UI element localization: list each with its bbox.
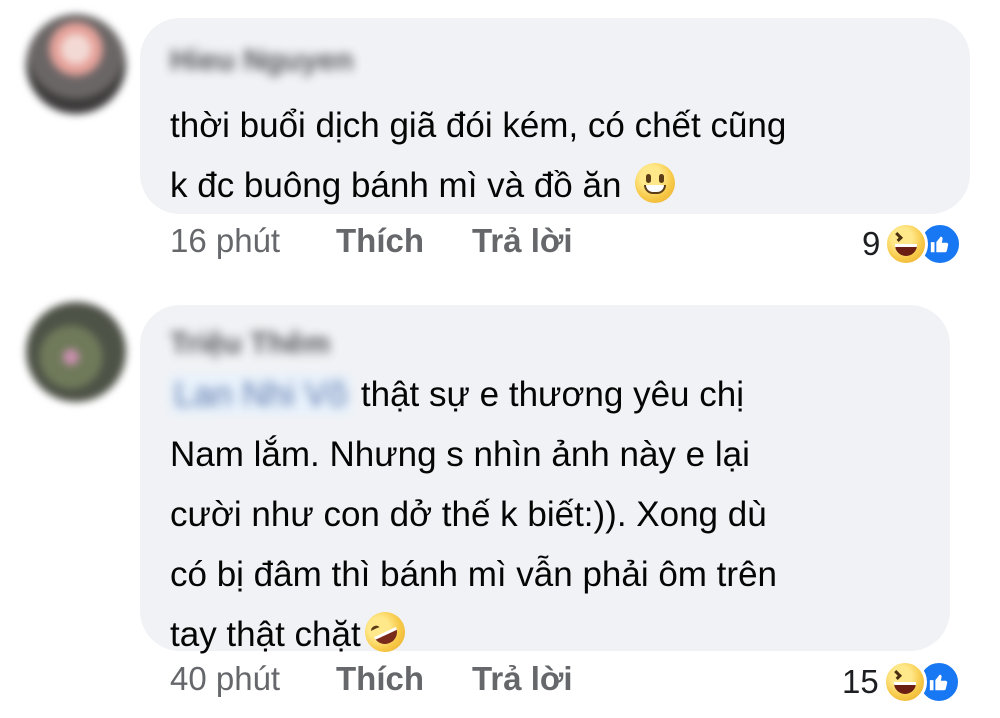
thumbs-up-icon xyxy=(929,674,947,691)
comment-author[interactable]: Triệu Thêm xyxy=(170,327,330,361)
grinning-face-emoji xyxy=(635,163,676,203)
comment-bubble: Triệu Thêm Lan Nhi Võ thật sự e thương y… xyxy=(140,305,950,659)
reaction-summary[interactable]: 9 xyxy=(862,222,963,266)
comment-author[interactable]: Hieu Nguyen xyxy=(170,44,353,78)
reply-button[interactable]: Trả lời xyxy=(472,222,573,260)
comment-timestamp[interactable]: 40 phút xyxy=(170,660,336,698)
comment-timestamp[interactable]: 16 phút xyxy=(170,222,336,260)
reply-button[interactable]: Trả lời xyxy=(472,660,573,698)
comment-actions: 40 phút Thích Trả lời xyxy=(170,660,573,698)
comment-text-line: Nam lắm. Nhưng s nhìn ảnh này e lại xyxy=(170,435,750,474)
avatar[interactable] xyxy=(26,302,126,402)
comment-text: Lan Nhi Võ thật sự e thương yêu chị Nam … xyxy=(170,365,940,665)
haha-reaction-icon xyxy=(884,222,929,266)
haha-reaction-icon xyxy=(882,660,927,704)
comment-text-line: tay thật chặt xyxy=(170,615,361,654)
reaction-count: 15 xyxy=(842,663,879,700)
thumbs-up-icon xyxy=(931,236,949,253)
like-button[interactable]: Thích xyxy=(336,660,472,698)
reaction-count: 9 xyxy=(862,225,881,262)
comment-text-line: cười như con dở thế k biết:)). Xong dù xyxy=(170,495,767,534)
comment-thread: Hieu Nguyen thời buổi dịch giã đói kém, … xyxy=(0,0,1000,718)
comment-bubble: Hieu Nguyen thời buổi dịch giã đói kém, … xyxy=(140,18,970,214)
comment-text-line: k đc buông bánh mì và đồ ăn xyxy=(170,166,622,205)
mention-tag[interactable]: Lan Nhi Võ xyxy=(170,375,352,414)
comment-text: thời buổi dịch giã đói kém, có chết cũng… xyxy=(170,96,960,216)
comment-actions: 16 phút Thích Trả lời xyxy=(170,222,573,260)
reaction-summary[interactable]: 15 xyxy=(842,660,961,704)
comment-text-line: thời buổi dịch giã đói kém, có chết cũng xyxy=(170,106,787,145)
rolling-on-floor-laughing-emoji xyxy=(358,605,412,659)
avatar[interactable] xyxy=(26,14,126,114)
comment-text-line: có bị đâm thì bánh mì vẫn phải ôm trên xyxy=(170,555,777,594)
like-button[interactable]: Thích xyxy=(336,222,472,260)
comment-text-line: thật sự e thương yêu chị xyxy=(360,375,744,414)
